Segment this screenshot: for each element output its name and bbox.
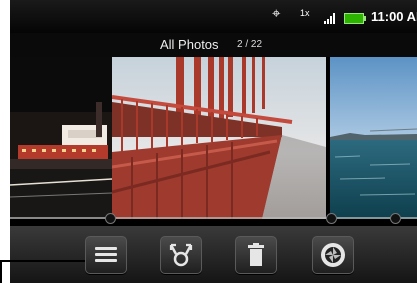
signal-icon bbox=[324, 12, 338, 24]
photo-scrubber[interactable] bbox=[10, 210, 417, 226]
status-time: 11:00 AM bbox=[371, 9, 417, 24]
gps-icon: ⌖ bbox=[272, 5, 281, 22]
callout-line bbox=[0, 260, 85, 262]
album-title: All Photos bbox=[160, 37, 219, 52]
bottom-toolbar bbox=[10, 226, 417, 283]
photo-counter: 2 / 22 bbox=[237, 39, 263, 50]
network-1x-icon: 1x bbox=[300, 8, 310, 18]
bay-water-photo[interactable] bbox=[330, 57, 417, 219]
night-city-photo[interactable] bbox=[10, 57, 112, 219]
camera-shutter-icon bbox=[321, 243, 345, 267]
golden-gate-bridge-photo[interactable] bbox=[112, 57, 326, 219]
menu-button[interactable] bbox=[85, 236, 127, 274]
camera-button[interactable] bbox=[312, 236, 354, 274]
scrubber-marker bbox=[326, 213, 337, 224]
title-bar: All Photos 2 / 22 bbox=[10, 33, 417, 57]
scrubber-marker bbox=[390, 213, 401, 224]
share-icon bbox=[169, 243, 193, 267]
scrubber-track bbox=[10, 217, 417, 219]
trash-icon bbox=[248, 243, 264, 266]
callout-line-vertical bbox=[0, 260, 2, 283]
photo-strip[interactable] bbox=[10, 57, 417, 219]
menu-icon bbox=[95, 247, 117, 262]
delete-button[interactable] bbox=[235, 236, 277, 274]
phone-screen: ⌖ 1x 11:00 AM All Photos 2 / 22 bbox=[10, 0, 417, 283]
share-button[interactable] bbox=[160, 236, 202, 274]
scrubber-marker bbox=[105, 213, 116, 224]
status-bar: ⌖ 1x 11:00 AM bbox=[10, 0, 417, 33]
battery-icon bbox=[344, 13, 366, 24]
